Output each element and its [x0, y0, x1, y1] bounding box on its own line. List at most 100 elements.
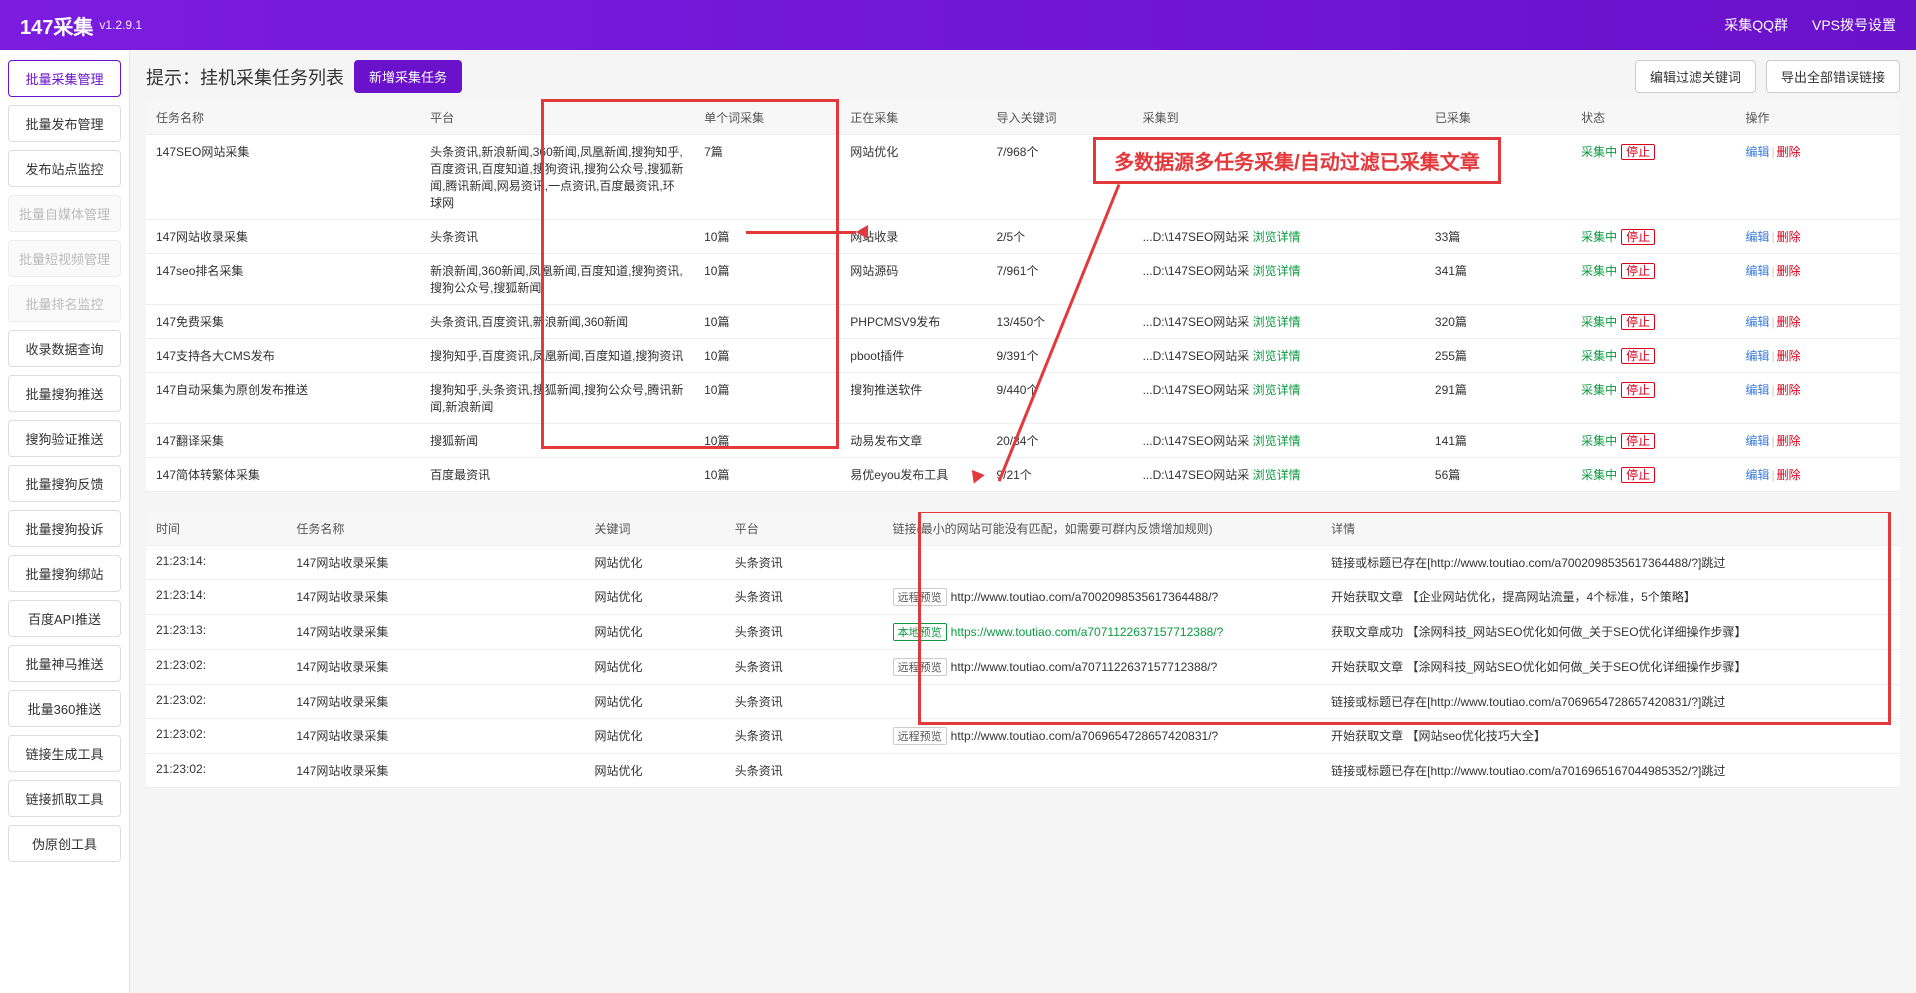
- stop-button[interactable]: 停止: [1621, 382, 1655, 398]
- delete-link[interactable]: 删除: [1777, 349, 1801, 363]
- cell-collecting: 网站源码: [840, 254, 986, 305]
- log-link[interactable]: http://www.toutiao.com/a7002098535617364…: [951, 590, 1219, 604]
- delete-link[interactable]: 删除: [1777, 230, 1801, 244]
- cell-name: 147免费采集: [146, 305, 420, 339]
- browse-detail-link[interactable]: 浏览详情: [1253, 349, 1301, 363]
- cell-name: 147翻译采集: [146, 424, 420, 458]
- edit-link[interactable]: 编辑: [1746, 383, 1770, 397]
- browse-detail-link[interactable]: 浏览详情: [1253, 145, 1301, 159]
- cell-collecting: 网站优化: [840, 135, 986, 220]
- sidebar-item-1[interactable]: 批量发布管理: [8, 105, 121, 142]
- local-preview-button[interactable]: 本地预览: [893, 623, 947, 641]
- sidebar-item-13[interactable]: 批量神马推送: [8, 645, 121, 682]
- edit-link[interactable]: 编辑: [1746, 434, 1770, 448]
- sidebar-item-10[interactable]: 批量搜狗投诉: [8, 510, 121, 547]
- cell-name: 147自动采集为原创发布推送: [146, 373, 420, 424]
- cell-collected: 341篇: [1425, 254, 1571, 305]
- sidebar-item-7[interactable]: 批量搜狗推送: [8, 375, 121, 412]
- delete-link[interactable]: 删除: [1777, 145, 1801, 159]
- header-link-vps[interactable]: VPS拨号设置: [1812, 15, 1896, 35]
- export-errors-button[interactable]: 导出全部错误链接: [1766, 60, 1900, 93]
- cell-task: 147网站收录采集: [286, 615, 584, 650]
- cell-platform: 头条资讯: [725, 546, 883, 580]
- cell-task: 147网站收录采集: [286, 546, 584, 580]
- remote-preview-button[interactable]: 远程预览: [893, 588, 947, 606]
- delete-link[interactable]: 删除: [1777, 383, 1801, 397]
- task-row: 147自动采集为原创发布推送搜狗知乎,头条资讯,搜狐新闻,搜狗公众号,腾讯新闻,…: [146, 373, 1900, 424]
- edit-link[interactable]: 编辑: [1746, 145, 1770, 159]
- stop-button[interactable]: 停止: [1621, 433, 1655, 449]
- stop-button[interactable]: 停止: [1621, 144, 1655, 160]
- sidebar-item-15[interactable]: 链接生成工具: [8, 735, 121, 772]
- stop-button[interactable]: 停止: [1621, 229, 1655, 245]
- sidebar-item-14[interactable]: 批量360推送: [8, 690, 121, 727]
- cell-status: 采集中停止: [1571, 424, 1735, 458]
- cell-status: 采集中停止: [1571, 220, 1735, 254]
- cell-collect-to: ...D:\147SEO网站采 浏览详情: [1133, 339, 1425, 373]
- th-platform: 平台: [725, 512, 883, 546]
- browse-detail-link[interactable]: 浏览详情: [1253, 468, 1301, 482]
- cell-collect-to: ...D:\147SEO网站采 浏览详情: [1133, 135, 1425, 220]
- th-imported: 导入关键词: [986, 101, 1132, 135]
- cell-ops: 编辑|删除: [1736, 424, 1901, 458]
- browse-detail-link[interactable]: 浏览详情: [1253, 264, 1301, 278]
- cell-platform: 新浪新闻,360新闻,凤凰新闻,百度知道,搜狗资讯,搜狗公众号,搜狐新闻: [420, 254, 694, 305]
- th-collecting: 正在采集: [840, 101, 986, 135]
- sidebar-item-9[interactable]: 批量搜狗反馈: [8, 465, 121, 502]
- th-link: 链接(最小的网站可能没有匹配，如需要可群内反馈增加规则): [883, 512, 1322, 546]
- cell-ops: 编辑|删除: [1736, 220, 1901, 254]
- cell-platform: 头条资讯: [725, 754, 883, 788]
- delete-link[interactable]: 删除: [1777, 264, 1801, 278]
- log-link[interactable]: https://www.toutiao.com/a707112263715771…: [951, 625, 1224, 639]
- sidebar-item-0[interactable]: 批量采集管理: [8, 60, 121, 97]
- log-row: 21:23:14:147网站收录采集网站优化头条资讯链接或标题已存在[http:…: [146, 546, 1900, 580]
- cell-platform: 头条资讯: [725, 719, 883, 754]
- edit-link[interactable]: 编辑: [1746, 230, 1770, 244]
- sidebar-item-2[interactable]: 发布站点监控: [8, 150, 121, 187]
- browse-detail-link[interactable]: 浏览详情: [1253, 383, 1301, 397]
- header-link-qq[interactable]: 采集QQ群: [1724, 15, 1788, 35]
- edit-link[interactable]: 编辑: [1746, 468, 1770, 482]
- sidebar-item-8[interactable]: 搜狗验证推送: [8, 420, 121, 457]
- browse-detail-link[interactable]: 浏览详情: [1253, 230, 1301, 244]
- cell-link: [883, 546, 1322, 580]
- browse-detail-link[interactable]: 浏览详情: [1253, 434, 1301, 448]
- panel-header: 提示：挂机采集任务列表 新增采集任务 编辑过滤关键词 导出全部错误链接: [146, 60, 1900, 93]
- sidebar-item-16[interactable]: 链接抓取工具: [8, 780, 121, 817]
- edit-link[interactable]: 编辑: [1746, 264, 1770, 278]
- sidebar-item-6[interactable]: 收录数据查询: [8, 330, 121, 367]
- stop-button[interactable]: 停止: [1621, 314, 1655, 330]
- sidebar-item-11[interactable]: 批量搜狗绑站: [8, 555, 121, 592]
- app-title: 147采集: [20, 11, 93, 40]
- cell-imported: 2/5个: [986, 220, 1132, 254]
- remote-preview-button[interactable]: 远程预览: [893, 727, 947, 745]
- stop-button[interactable]: 停止: [1621, 348, 1655, 364]
- edit-link[interactable]: 编辑: [1746, 315, 1770, 329]
- delete-link[interactable]: 删除: [1777, 315, 1801, 329]
- remote-preview-button[interactable]: 远程预览: [893, 658, 947, 676]
- cell-task: 147网站收录采集: [286, 580, 584, 615]
- cell-imported: 13/450个: [986, 305, 1132, 339]
- delete-link[interactable]: 删除: [1777, 468, 1801, 482]
- cell-platform: 头条资讯: [725, 615, 883, 650]
- cell-task: 147网站收录采集: [286, 650, 584, 685]
- stop-button[interactable]: 停止: [1621, 263, 1655, 279]
- cell-single: 10篇: [694, 305, 840, 339]
- cell-collecting: 网站收录: [840, 220, 986, 254]
- edit-filter-button[interactable]: 编辑过滤关键词: [1635, 60, 1756, 93]
- log-link[interactable]: http://www.toutiao.com/a7069654728657420…: [951, 729, 1219, 743]
- stop-button[interactable]: 停止: [1621, 467, 1655, 483]
- sidebar-item-12[interactable]: 百度API推送: [8, 600, 121, 637]
- cell-single: 10篇: [694, 373, 840, 424]
- status-running: 采集中: [1581, 434, 1617, 448]
- cell-imported: 9/440个: [986, 373, 1132, 424]
- delete-link[interactable]: 删除: [1777, 434, 1801, 448]
- cell-detail: 链接或标题已存在[http://www.toutiao.com/a7002098…: [1321, 546, 1900, 580]
- sidebar-item-17[interactable]: 伪原创工具: [8, 825, 121, 862]
- log-link[interactable]: http://www.toutiao.com/a7071122637157712…: [951, 660, 1218, 674]
- add-task-button[interactable]: 新增采集任务: [354, 60, 462, 93]
- th-collect-to: 采集到: [1133, 101, 1425, 135]
- edit-link[interactable]: 编辑: [1746, 349, 1770, 363]
- browse-detail-link[interactable]: 浏览详情: [1253, 315, 1301, 329]
- cell-collect-to: ...D:\147SEO网站采 浏览详情: [1133, 373, 1425, 424]
